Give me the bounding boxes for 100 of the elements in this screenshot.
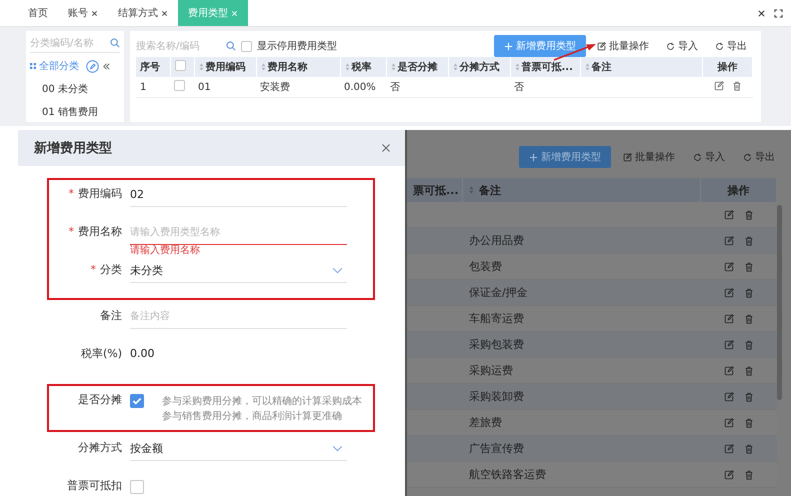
delete-icon[interactable] [744,288,754,298]
close-icon[interactable] [757,8,766,18]
edit-icon[interactable] [724,236,734,246]
column-header: 普票可抵... [522,62,573,73]
hint-text: 参与销售费用分摊，商品利润计算更准确 [162,410,343,424]
column-header: 税率 [352,62,372,73]
edit-icon[interactable] [724,366,734,376]
field-label: * 费用名称 [68,224,123,240]
refresh-icon [666,42,675,50]
field-label: * 分类 [90,262,123,278]
delete-icon[interactable] [744,314,754,324]
grid-icon [30,63,36,69]
delete-icon[interactable] [744,210,754,220]
delete-icon[interactable] [744,470,754,480]
delete-icon[interactable] [744,262,754,272]
search-icon [110,38,120,48]
edit-icon[interactable] [724,418,734,428]
table-cell: 安装费 [260,82,290,93]
close-icon[interactable] [91,10,98,16]
table-cell: 否 [390,82,400,93]
field-label: 备注 [99,308,123,324]
dialog-title: 新增费用类型 [34,140,112,157]
edit-icon[interactable] [724,288,734,298]
table-cell: 否 [514,82,524,93]
text-field[interactable]: 02 [130,182,347,207]
table-cell: 0.00% [344,82,376,92]
refresh-icon [715,42,724,50]
hint-text: 参与采购费用分摊，可以精确的计算采购成本 [162,394,362,409]
refresh-icon [743,152,752,162]
table-cell: 采购装卸费 [469,389,524,404]
field-label: 是否分摊 [77,392,123,408]
edit-icon [623,152,632,162]
plus-icon [529,152,538,162]
toolbar-button[interactable]: 导入 [660,36,704,56]
edit-icon[interactable] [724,314,734,324]
delete-icon[interactable] [744,340,754,350]
delete-icon[interactable] [744,236,754,246]
table-cell: 采购运费 [469,363,513,378]
edit-icon[interactable] [714,80,724,90]
edit-icon[interactable] [724,470,734,480]
field-label: 普票可抵扣 [66,478,123,494]
edit-icon[interactable] [86,60,99,72]
table-cell: 保证金/押金 [469,285,528,300]
tree-item[interactable]: 00 未分类 [42,84,88,95]
column-header: 费用编码 [206,62,246,73]
edit-icon[interactable] [724,340,734,350]
toolbar-button[interactable]: 导出 [737,146,781,168]
checkbox[interactable] [174,60,186,71]
tree-item[interactable]: 01 销售费用 [42,107,98,118]
edit-icon[interactable] [724,444,734,454]
column-header: 分摊方式 [460,62,500,73]
checkbox[interactable] [130,394,144,408]
checkbox-label: 显示停用费用类型 [257,40,337,53]
search-icon [226,41,236,51]
delete-icon[interactable] [744,444,754,454]
edit-icon[interactable] [724,392,734,402]
tab[interactable]: 结算方式 [108,0,178,26]
delete-icon[interactable] [732,80,742,90]
select-field[interactable]: 未分类 [130,258,347,283]
select-field[interactable]: 按金额 [130,436,347,461]
edit-icon [597,42,606,50]
checkbox[interactable] [130,480,144,494]
checkbox[interactable] [241,40,252,52]
table-cell: 包装费 [469,259,502,274]
toolbar-button[interactable]: 导出 [709,36,753,56]
error-message: 请输入费用名称 [130,245,201,257]
checkbox[interactable] [174,80,185,91]
column-header: 备注 [592,62,612,73]
refresh-icon [693,152,702,162]
column-header: 备注 [479,182,501,198]
delete-icon[interactable] [744,366,754,376]
chevron-down-icon [332,266,343,274]
table-cell: 航空铁路客运费 [469,467,546,482]
scrollbar-thumb[interactable] [777,205,782,400]
fullscreen-icon[interactable] [774,8,783,18]
edit-icon[interactable] [724,262,734,272]
column-header: 序号 [140,62,160,73]
table-cell: 差旅费 [469,415,502,430]
table-cell: 采购包装费 [469,337,524,352]
tab[interactable]: 首页 [18,0,58,26]
toolbar-button[interactable]: 导入 [687,146,731,168]
delete-icon[interactable] [744,418,754,428]
field-value: 0.00 [130,347,154,360]
field-label: 分摊方式 [77,440,123,456]
collapse-icon[interactable] [102,62,111,70]
delete-icon[interactable] [744,392,754,402]
column-header: 费用名称 [268,62,308,73]
tab[interactable]: 账号 [58,0,108,26]
toolbar-button[interactable]: 批量操作 [591,36,655,56]
table-cell: 01 [198,82,211,92]
column-header: 票可抵... [413,182,459,198]
close-icon[interactable] [161,10,168,16]
field-label: * 费用编码 [68,186,123,202]
toolbar-button[interactable]: 批量操作 [617,146,681,168]
column-header: 操作 [718,62,738,73]
edit-icon[interactable] [724,210,734,220]
table-cell: 车船寄运费 [469,311,524,326]
field-label: 税率(%) [80,346,123,362]
table-cell: 办公用品费 [469,233,524,248]
plus-icon [504,42,513,50]
